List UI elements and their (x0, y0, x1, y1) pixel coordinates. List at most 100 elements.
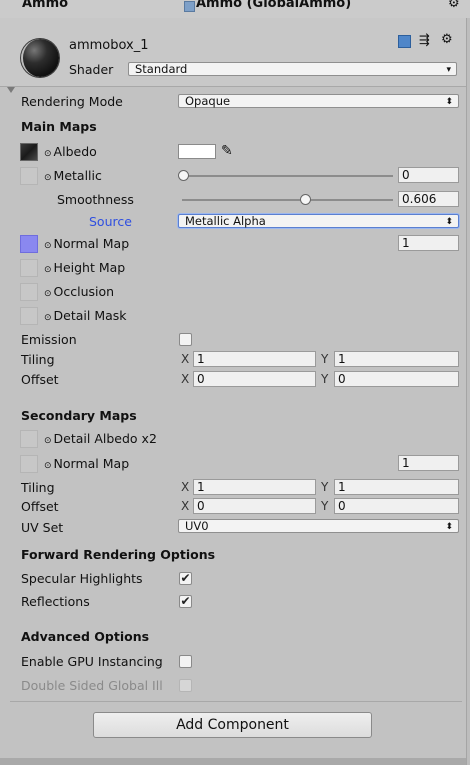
shader-label: Shader (69, 62, 114, 77)
metallic-texture-slot[interactable] (20, 167, 38, 185)
settings-gear-icon[interactable]: ⚙ (441, 32, 453, 47)
offset-label: Offset (21, 372, 59, 387)
component-header-ammo: Ammo Ammo (GlobalAmmo) ⚙ (0, 0, 470, 19)
scrollbar[interactable] (466, 18, 470, 765)
height-map-texture-slot[interactable] (20, 259, 38, 277)
secondary-tiling-y-label: Y (321, 480, 329, 494)
texture-picker-icon[interactable]: ⊙ (44, 289, 52, 299)
albedo-color-swatch[interactable] (178, 144, 216, 159)
emission-label: Emission (21, 332, 77, 347)
normal-map-label[interactable]: ⊙ Normal Map (44, 236, 129, 251)
secondary-tiling-label: Tiling (21, 480, 55, 495)
texture-picker-icon[interactable]: ⊙ (44, 313, 52, 323)
secondary-maps-heading: Secondary Maps (21, 408, 137, 423)
specular-highlights-checkbox[interactable]: ✔ (179, 572, 192, 585)
albedo-texture-slot[interactable] (20, 143, 38, 161)
secondary-normal-scale-field[interactable]: 1 (398, 455, 459, 471)
double-sided-gi-checkbox[interactable] (179, 679, 192, 692)
gpu-instancing-label: Enable GPU Instancing (21, 654, 163, 669)
script-reference[interactable]: Ammo (GlobalAmmo) (196, 0, 351, 11)
detail-albedo-label[interactable]: ⊙ Detail Albedo x2 (44, 431, 157, 446)
detail-mask-label[interactable]: ⊙ Detail Mask (44, 308, 127, 323)
secondary-offset-label: Offset (21, 499, 59, 514)
offset-y-label: Y (321, 372, 329, 386)
advanced-options-heading: Advanced Options (21, 629, 150, 644)
secondary-offset-y-field[interactable]: 0 (334, 498, 459, 514)
secondary-normal-map-label[interactable]: ⊙ Normal Map (44, 456, 129, 471)
shader-value: Standard (135, 62, 188, 76)
detail-mask-texture-slot[interactable] (20, 307, 38, 325)
bottom-strip (0, 758, 466, 765)
source-label: Source (89, 214, 132, 229)
secondary-offset-x-field[interactable]: 0 (193, 498, 316, 514)
smoothness-label: Smoothness (57, 192, 134, 207)
eyedropper-icon[interactable]: ✎ (221, 143, 233, 159)
specular-highlights-label: Specular Highlights (21, 571, 143, 586)
rendering-mode-value: Opaque (185, 94, 231, 108)
metallic-label[interactable]: ⊙ Metallic (44, 168, 102, 183)
updown-arrow-icon: ⬍ (445, 522, 453, 532)
shader-dropdown[interactable]: Standard ▾ (128, 62, 457, 76)
main-maps-heading: Main Maps (21, 119, 97, 134)
occlusion-label[interactable]: ⊙ Occlusion (44, 284, 114, 299)
detail-albedo-texture-slot[interactable] (20, 430, 38, 448)
tiling-x-label: X (181, 352, 190, 366)
secondary-tiling-x-label: X (181, 480, 190, 494)
source-dropdown[interactable]: Metallic Alpha ⬍ (178, 214, 459, 228)
smoothness-slider-track[interactable] (182, 199, 393, 201)
material-name: ammobox_1 (69, 38, 149, 53)
height-map-label[interactable]: ⊙ Height Map (44, 260, 125, 275)
updown-arrow-icon: ⬍ (445, 97, 453, 107)
metallic-slider-thumb[interactable] (178, 170, 189, 181)
reflections-checkbox[interactable]: ✔ (179, 595, 192, 608)
source-value: Metallic Alpha (185, 214, 266, 228)
texture-picker-icon[interactable]: ⊙ (44, 436, 52, 446)
secondary-tiling-y-field[interactable]: 1 (334, 479, 459, 495)
occlusion-texture-slot[interactable] (20, 283, 38, 301)
tiling-x-field[interactable]: 1 (193, 351, 316, 367)
texture-picker-icon[interactable]: ⊙ (44, 173, 52, 183)
offset-x-field[interactable]: 0 (193, 371, 316, 387)
updown-arrow-icon: ⬍ (445, 217, 453, 227)
tiling-y-label: Y (321, 352, 329, 366)
help-book-icon[interactable] (398, 35, 411, 48)
smoothness-slider-thumb[interactable] (300, 194, 311, 205)
uv-set-value: UV0 (185, 519, 209, 533)
dropdown-arrow-icon: ▾ (446, 65, 451, 75)
tiling-label: Tiling (21, 352, 55, 367)
texture-picker-icon[interactable]: ⊙ (44, 149, 52, 159)
albedo-label[interactable]: ⊙ Albedo (44, 144, 97, 159)
forward-rendering-heading: Forward Rendering Options (21, 547, 216, 562)
rendering-mode-dropdown[interactable]: Opaque ⬍ (178, 94, 459, 108)
texture-picker-icon[interactable]: ⊙ (44, 461, 52, 471)
offset-x-label: X (181, 372, 190, 386)
material-header: ammobox_1 Shader Standard ▾ ⇶ ⚙ (0, 18, 466, 93)
divider (10, 701, 462, 702)
uv-set-dropdown[interactable]: UV0 ⬍ (178, 519, 459, 533)
emission-checkbox[interactable] (179, 333, 192, 346)
script-icon (184, 1, 195, 12)
gpu-instancing-checkbox[interactable] (179, 655, 192, 668)
rendering-mode-label: Rendering Mode (21, 94, 123, 109)
foldout-triangle-icon[interactable] (7, 87, 15, 93)
normal-map-texture-slot[interactable] (20, 235, 38, 253)
gear-icon[interactable]: ⚙ (448, 0, 460, 11)
reflections-label: Reflections (21, 594, 90, 609)
metallic-slider-track[interactable] (182, 175, 393, 177)
double-sided-gi-label: Double Sided Global Ill (21, 678, 163, 693)
secondary-normal-map-slot[interactable] (20, 455, 38, 473)
texture-picker-icon[interactable]: ⊙ (44, 241, 52, 251)
secondary-offset-y-label: Y (321, 499, 329, 513)
tiling-y-field[interactable]: 1 (334, 351, 459, 367)
metallic-value-field[interactable]: 0 (398, 167, 459, 183)
smoothness-value-field[interactable]: 0.606 (398, 191, 459, 207)
texture-picker-icon[interactable]: ⊙ (44, 265, 52, 275)
offset-y-field[interactable]: 0 (334, 371, 459, 387)
preset-sliders-icon[interactable]: ⇶ (419, 33, 430, 48)
add-component-button[interactable]: Add Component (93, 712, 372, 738)
secondary-tiling-x-field[interactable]: 1 (193, 479, 316, 495)
secondary-offset-x-label: X (181, 499, 190, 513)
component-title: Ammo (22, 0, 69, 11)
uv-set-label: UV Set (21, 520, 64, 535)
normal-scale-field[interactable]: 1 (398, 235, 459, 251)
